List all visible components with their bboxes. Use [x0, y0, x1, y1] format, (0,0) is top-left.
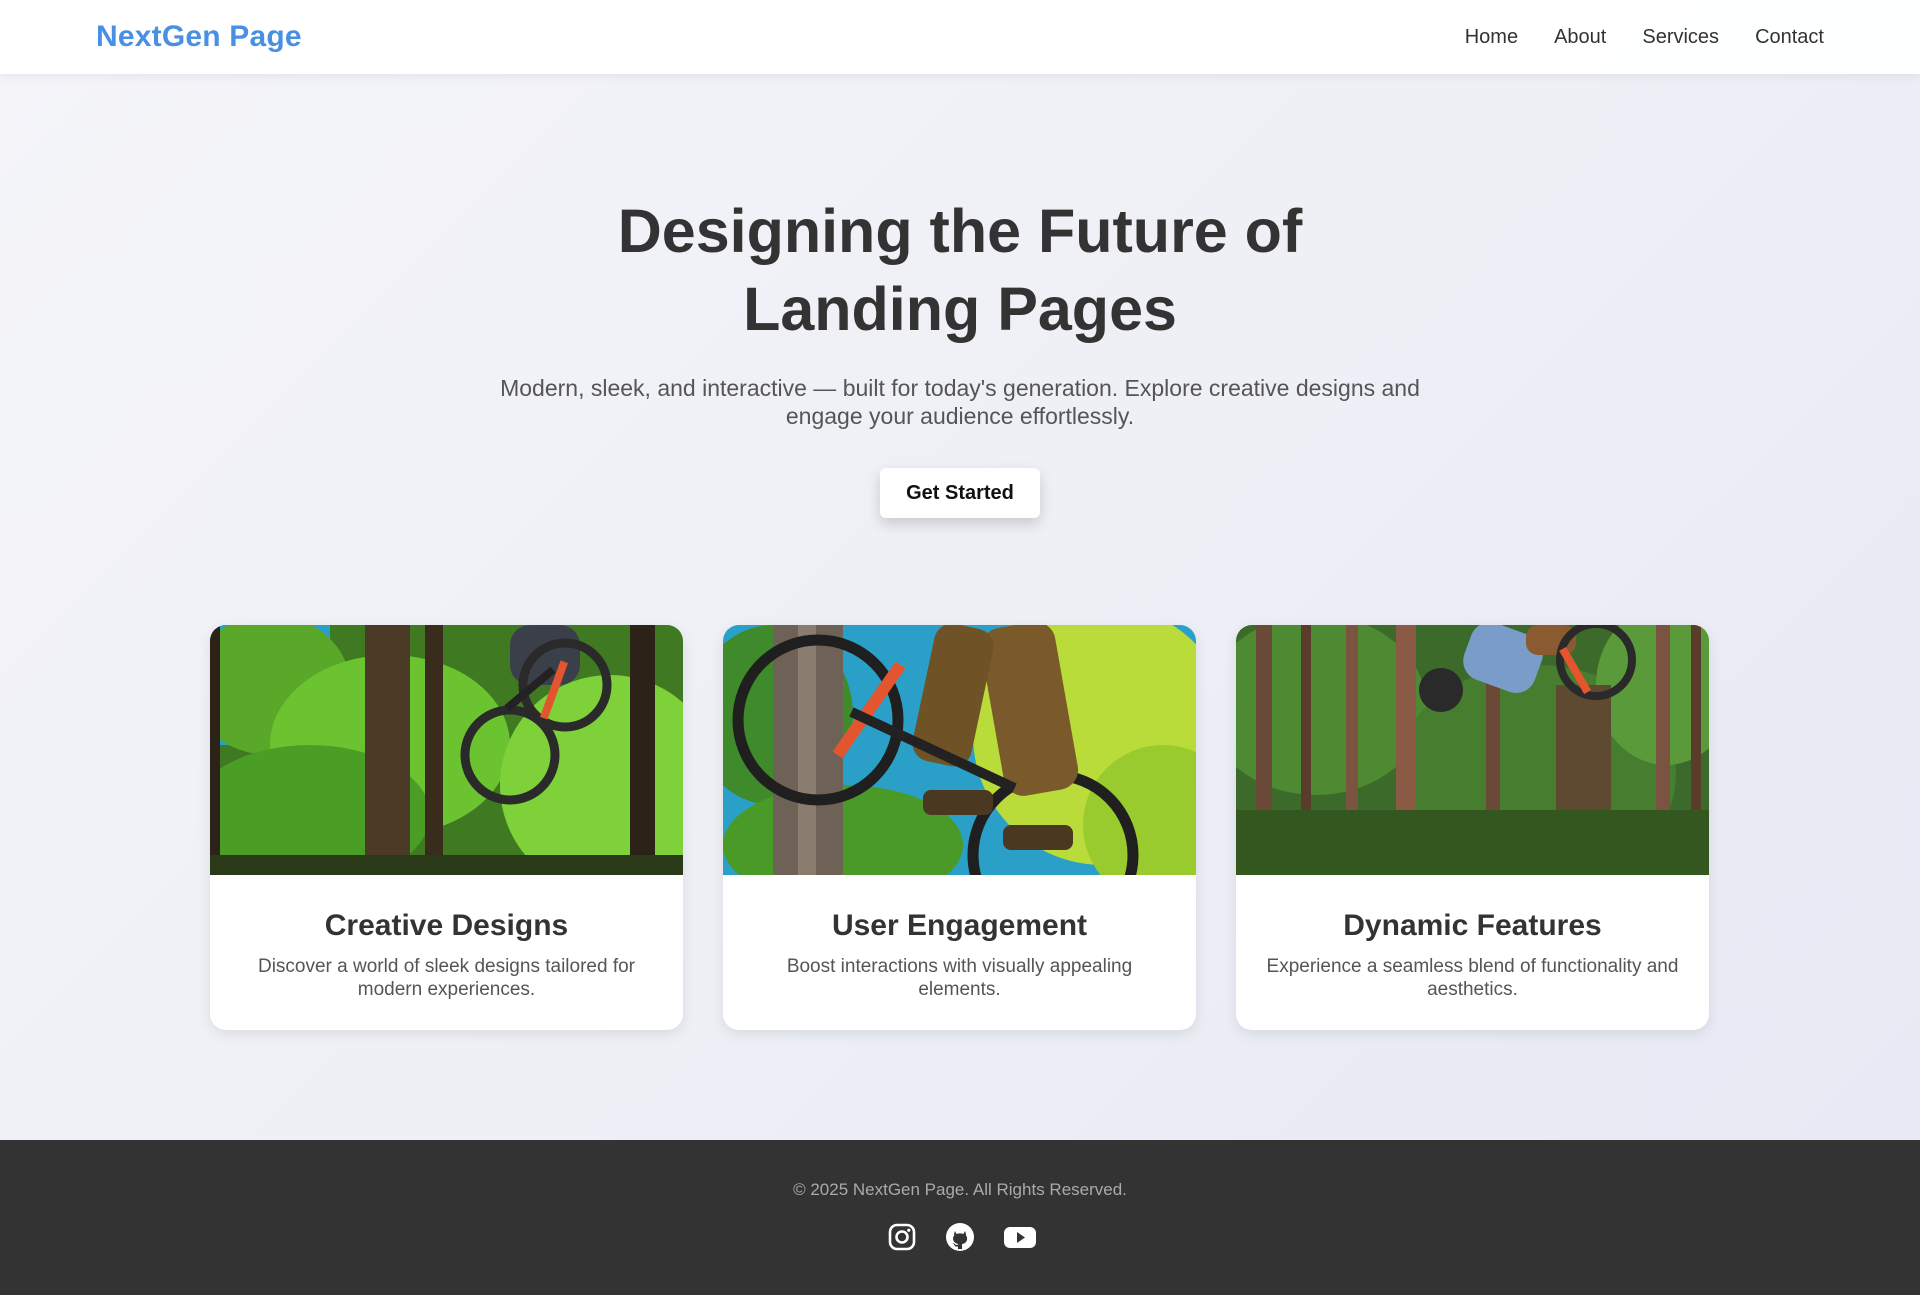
copyright-text: © 2025 NextGen Page. All Rights Reserved…	[793, 1180, 1127, 1199]
nav-link-about[interactable]: About	[1554, 26, 1606, 49]
nav-links: Home About Services Contact	[1465, 26, 1824, 49]
logo[interactable]: NextGen Page	[96, 20, 302, 54]
youtube-icon[interactable]	[1003, 1222, 1036, 1252]
card-title: Creative Designs	[324, 909, 569, 942]
instagram-icon[interactable]	[887, 1222, 917, 1252]
card-description: Discover a world of sleek designs tailor…	[257, 956, 635, 1000]
feature-cards: Creative Designs Discover a world of sle…	[210, 625, 1710, 1030]
card-image	[1236, 625, 1709, 875]
feature-card-creative-designs[interactable]: Creative Designs Discover a world of sle…	[210, 625, 683, 1030]
feature-card-dynamic-features[interactable]: Dynamic Features Experience a seamless b…	[1236, 625, 1709, 1030]
navbar: NextGen Page Home About Services Contact	[0, 0, 1920, 74]
nav-link-home[interactable]: Home	[1465, 26, 1518, 49]
github-icon[interactable]	[945, 1222, 975, 1252]
hero-title: Designing the Future of Landing Pages	[617, 197, 1303, 343]
feature-card-user-engagement[interactable]: User Engagement Boost interactions with …	[723, 625, 1196, 1030]
nav-link-services[interactable]: Services	[1642, 26, 1719, 49]
get-started-button[interactable]: Get Started	[880, 468, 1040, 518]
nav-link-contact[interactable]: Contact	[1755, 26, 1824, 49]
hero-subtitle: Modern, sleek, and interactive — built f…	[500, 375, 1420, 429]
card-description: Boost interactions with visually appeali…	[786, 956, 1133, 1000]
hero-section: Designing the Future of Landing Pages Mo…	[0, 74, 1920, 518]
card-image	[210, 625, 683, 875]
mountain-biker-airborne-forest-photo	[1236, 625, 1709, 875]
card-title: Dynamic Features	[1343, 909, 1602, 942]
footer: © 2025 NextGen Page. All Rights Reserved…	[0, 1140, 1920, 1295]
mountain-biker-closeup-forest-photo	[723, 625, 1196, 875]
card-description: Experience a seamless blend of functiona…	[1266, 956, 1679, 1000]
card-title: User Engagement	[831, 909, 1088, 942]
card-image	[723, 625, 1196, 875]
mountain-biker-jump-forest-photo	[210, 625, 683, 875]
social-links	[0, 1222, 1920, 1252]
